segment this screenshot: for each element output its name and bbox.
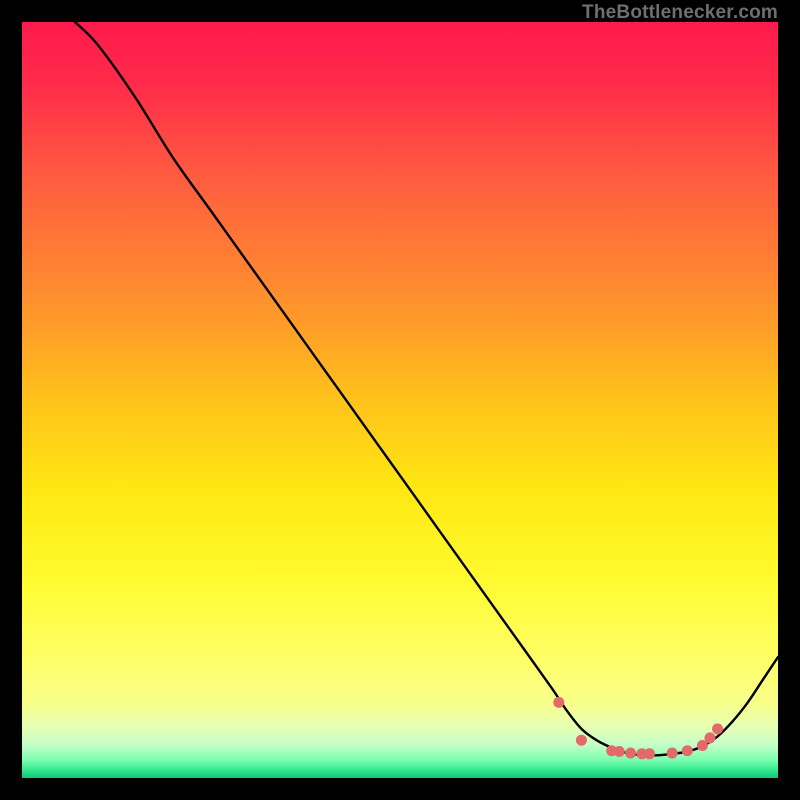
curve-markers <box>553 697 723 759</box>
curve-marker <box>682 745 693 756</box>
curve-marker <box>644 748 655 759</box>
chart-container: TheBottlenecker.com <box>0 0 800 800</box>
curve-marker <box>576 735 587 746</box>
curve-marker <box>553 697 564 708</box>
curve-marker <box>712 723 723 734</box>
bottleneck-curve <box>22 22 778 778</box>
curve-marker <box>704 732 715 743</box>
plot-area <box>22 22 778 778</box>
watermark-label: TheBottlenecker.com <box>582 2 778 24</box>
curve-marker <box>614 746 625 757</box>
curve-marker <box>667 748 678 759</box>
curve-marker <box>625 748 636 759</box>
